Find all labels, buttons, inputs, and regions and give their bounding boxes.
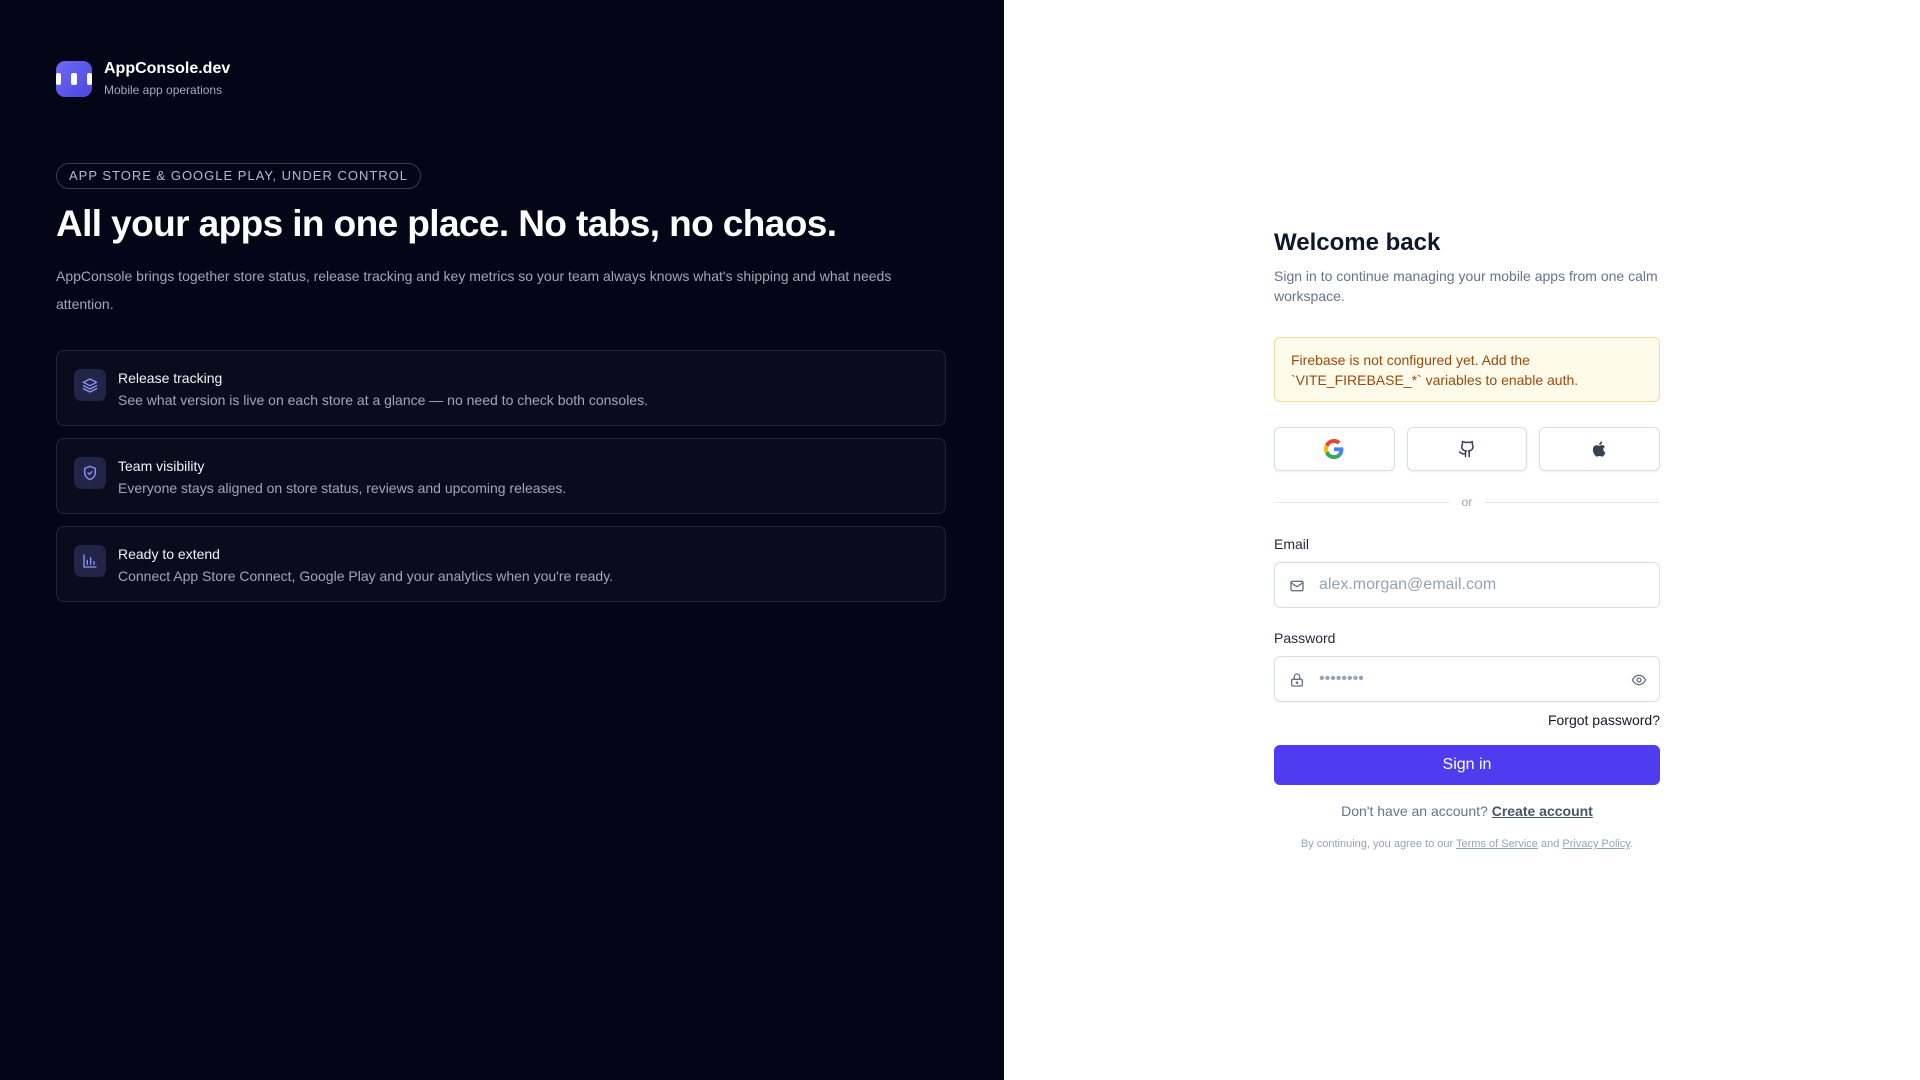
shield-check-icon [74,457,106,489]
create-account-link[interactable]: Create account [1492,803,1593,819]
brand-text: AppConsole.dev Mobile app operations [104,59,230,98]
hero-lead: AppConsole brings together store status,… [56,268,892,312]
password-label: Password [1274,630,1336,646]
divider-label: or [1461,495,1473,509]
hero-pill: APP STORE & GOOGLE PLAY, UNDER CONTROL [56,163,422,189]
terms-notice: By continuing, you agree to our Terms of… [1274,837,1660,851]
social-login-buttons [1274,427,1661,471]
feature-description: Everyone stays aligned on store status, … [118,480,567,496]
terms-of-service-link[interactable]: Terms of Service [1456,838,1538,850]
email-field [1274,562,1660,608]
google-sign-in-button[interactable] [1274,427,1395,471]
left-panel: AppConsole.dev Mobile app operations APP… [0,0,1004,1080]
terms-prefix: By continuing, you agree to our [1300,838,1454,850]
feature-card-team-visibility: Team visibility Everyone stays aligned o… [56,438,946,514]
terms-and: and [1540,838,1560,850]
apple-icon [1592,441,1606,457]
login-form: Welcome back Sign in to continue managin… [1274,229,1661,851]
github-icon [1458,440,1474,458]
feature-title: Release tracking [118,370,223,386]
email-label: Email [1274,536,1310,552]
hero-headline: All your apps in one place. No tabs, no … [56,203,837,244]
brand-tagline: Mobile app operations [104,83,223,97]
login-subtitle: Sign in to continue managing your mobile… [1274,268,1658,304]
brand: AppConsole.dev Mobile app operations [56,59,230,98]
terms-suffix: . [1630,838,1634,850]
mail-icon [1290,580,1304,592]
or-divider: or [1274,495,1661,509]
show-password-eye-icon[interactable] [1631,672,1647,688]
email-input[interactable] [1319,563,1619,607]
app-logo-icon [56,60,92,97]
google-icon [1324,439,1344,459]
right-panel: Welcome back Sign in to continue managin… [1004,0,1920,1080]
feature-title: Team visibility [118,458,205,474]
apple-sign-in-button[interactable] [1539,427,1661,471]
lock-icon [1291,673,1303,687]
login-title: Welcome back [1274,229,1441,256]
forgot-password-link[interactable]: Forgot password? [1274,711,1660,729]
password-field [1274,656,1660,702]
password-input[interactable] [1319,657,1619,701]
bar-chart-icon [74,545,106,577]
privacy-policy-link[interactable]: Privacy Policy [1562,838,1630,850]
github-sign-in-button[interactable] [1406,427,1528,471]
feature-card-release-tracking: Release tracking See what version is liv… [56,350,946,426]
feature-description: See what version is live on each store a… [118,392,648,408]
layers-icon [74,369,106,401]
firebase-warning-alert: Firebase is not configured yet. Add the … [1274,337,1660,402]
feature-title: Ready to extend [118,546,220,562]
sign-in-button[interactable]: Sign in [1274,745,1660,785]
feature-card-ready-to-extend: Ready to extend Connect App Store Connec… [56,526,946,602]
no-account-text: Don't have an account? [1341,803,1488,819]
brand-name: AppConsole.dev [104,60,231,77]
feature-description: Connect App Store Connect, Google Play a… [118,568,614,584]
no-account-row: Don't have an account? Create account [1274,802,1660,820]
